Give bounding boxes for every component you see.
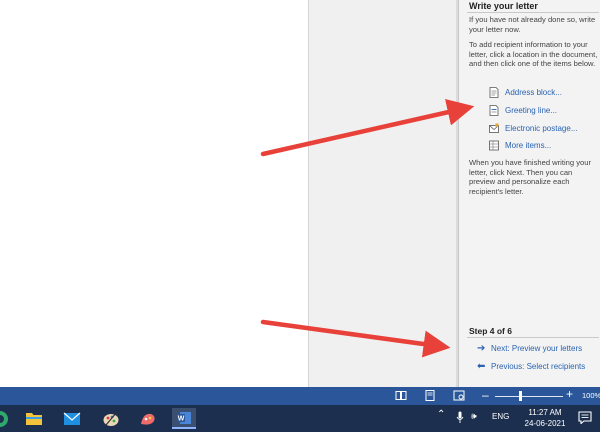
taskbar-clock[interactable]: 11:27 AM 24-06-2021 (517, 407, 573, 429)
previous-step-link[interactable]: ⬅ Previous: Select recipients (477, 361, 585, 372)
zoom-slider[interactable] (495, 396, 563, 397)
zoom-out-button[interactable]: – (482, 388, 489, 402)
document-gutter (308, 0, 458, 387)
previous-step-label: Previous: Select recipients (491, 362, 586, 371)
word-app[interactable]: W (172, 408, 196, 429)
paint-app[interactable] (99, 408, 123, 429)
intro-text: If you have not already done so, write y… (469, 15, 596, 34)
input-language[interactable]: ENG (492, 412, 509, 421)
notifications-icon[interactable] (578, 411, 592, 424)
windows-taskbar: W ⌃ 🕪 ENG 11:27 AM 24-06-2021 (0, 405, 600, 432)
print-layout-icon[interactable] (424, 390, 436, 401)
greeting-line-icon (489, 105, 499, 116)
clock-date: 24-06-2021 (524, 419, 566, 428)
mail-icon (63, 412, 81, 425)
arrow-left-icon: ⬅ (477, 361, 486, 372)
zoom-slider-thumb[interactable] (519, 391, 523, 401)
electronic-postage-icon (489, 123, 499, 133)
greeting-line-link[interactable]: Greeting line... (489, 104, 557, 117)
status-bar: – + 100% (0, 387, 600, 405)
electronic-postage-label: Electronic postage... (505, 124, 578, 133)
finish-text: When you have finished writing your lett… (469, 158, 591, 196)
zoom-in-button[interactable]: + (566, 387, 573, 401)
more-items-label: More items... (505, 141, 552, 150)
read-mode-icon[interactable] (395, 390, 407, 401)
word-icon: W (177, 411, 191, 424)
zoom-level[interactable]: 100% (582, 391, 600, 400)
file-explorer-app[interactable] (22, 408, 46, 429)
volume-icon[interactable]: 🕪 (471, 411, 477, 422)
folder-icon (26, 413, 42, 425)
paint-3d-app[interactable] (136, 408, 160, 429)
pane-divider (467, 12, 599, 13)
more-items-link[interactable]: More items... (489, 139, 551, 152)
svg-text:W: W (178, 415, 185, 422)
arrow-right-icon: ➔ (477, 343, 486, 354)
web-layout-icon[interactable] (453, 390, 465, 401)
paint-3d-icon (141, 413, 155, 425)
address-block-link[interactable]: Address block... (489, 86, 562, 99)
pane-title: Write your letter (469, 1, 538, 11)
next-step-link[interactable]: ➔ Next: Preview your letters (477, 343, 582, 354)
edge-app[interactable] (0, 408, 12, 429)
mail-app[interactable] (60, 408, 84, 429)
clock-time: 11:27 AM (528, 408, 562, 417)
step-indicator: Step 4 of 6 (469, 326, 512, 336)
step-divider (467, 337, 599, 338)
next-step-label: Next: Preview your letters (491, 344, 583, 353)
more-items-icon (489, 140, 499, 151)
document-page[interactable] (0, 0, 308, 387)
microphone-icon[interactable] (456, 411, 464, 424)
address-block-label: Address block... (505, 88, 562, 97)
palette-icon (103, 411, 119, 426)
instructions-text: To add recipient information to your let… (469, 40, 598, 68)
edge-icon (0, 410, 8, 427)
greeting-line-label: Greeting line... (505, 106, 558, 115)
electronic-postage-link[interactable]: Electronic postage... (489, 122, 577, 135)
address-block-icon (489, 87, 499, 98)
tray-chevron-icon[interactable]: ⌃ (437, 409, 445, 420)
mail-merge-pane: Write your letter If you have not alread… (458, 0, 600, 387)
